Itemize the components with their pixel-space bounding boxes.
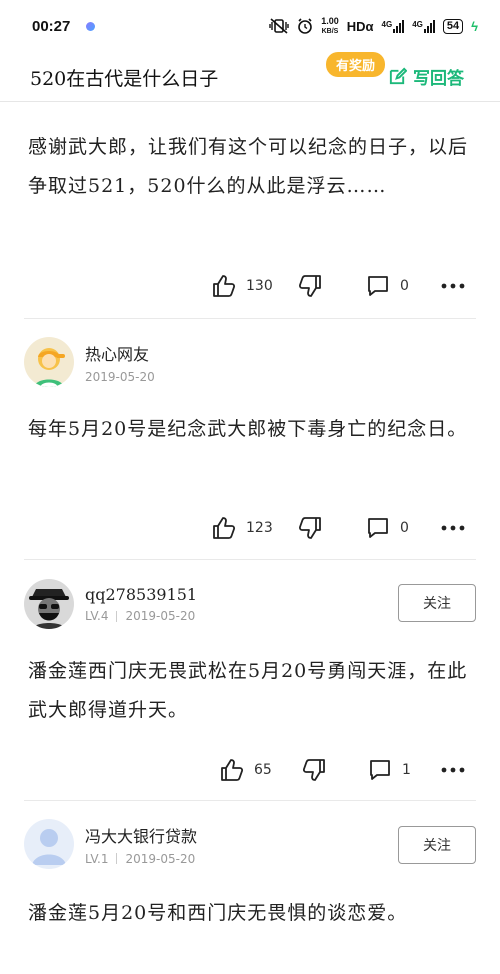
dislike-button[interactable] <box>302 758 326 782</box>
comment-button[interactable]: 0 <box>366 516 409 540</box>
author-meta: LV.4 2019-05-20 <box>85 609 197 623</box>
author-name[interactable]: 冯大大银行贷款 <box>85 823 197 847</box>
signal-2: 4G <box>412 19 435 33</box>
follow-button[interactable]: 关注 <box>398 584 476 622</box>
answer-date: 2019-05-20 <box>85 369 155 384</box>
comment-icon <box>368 518 388 538</box>
divider <box>24 800 476 801</box>
battery-icon: 54 <box>442 18 464 34</box>
speed-unit: KB/S <box>321 27 339 35</box>
write-answer-label: 写回答 <box>413 69 464 89</box>
like-count: 130 <box>246 278 273 294</box>
speed-value: 1.00 <box>321 15 339 26</box>
meta-separator <box>116 853 118 864</box>
more-icon <box>441 525 465 531</box>
author-name[interactable]: qq278539151 <box>85 585 197 604</box>
signal-bars-icon <box>393 19 405 33</box>
notification-dot-icon <box>86 21 96 31</box>
comment-count: 1 <box>402 762 411 778</box>
avatar[interactable] <box>24 579 74 629</box>
follow-button[interactable]: 关注 <box>398 826 476 864</box>
vibrate-icon <box>269 18 289 34</box>
avatar[interactable] <box>24 819 74 869</box>
thumbs-down-icon <box>302 759 325 781</box>
avatar-image <box>24 579 74 629</box>
answer-actions: 130 0 <box>0 274 500 304</box>
comment-button[interactable]: 0 <box>366 274 409 298</box>
answer-actions: 65 1 <box>0 758 500 788</box>
status-time: 00:27 <box>32 17 71 35</box>
more-icon <box>441 283 465 289</box>
like-count: 65 <box>254 762 272 778</box>
author-info: 冯大大银行贷款 LV.1 2019-05-20 <box>85 823 197 866</box>
signal-1-label: 4G <box>381 19 393 29</box>
user-level: LV.1 <box>85 851 109 866</box>
like-count: 123 <box>246 520 273 536</box>
author-row[interactable]: 冯大大银行贷款 LV.1 2019-05-20 <box>24 818 197 870</box>
divider <box>24 559 476 560</box>
user-level: LV.4 <box>85 609 109 623</box>
write-answer-button[interactable]: 写回答 <box>388 64 464 89</box>
more-button[interactable] <box>440 766 466 774</box>
reward-badge[interactable]: 有奖励 <box>326 52 386 77</box>
answer-text[interactable]: 潘金莲西门庆无畏武松在5月20号勇闯天涯，在此武大郎得道升天。 <box>28 652 474 730</box>
network-speed: 1.00 KB/S <box>321 15 339 36</box>
answer-actions: 123 0 <box>0 516 500 546</box>
comment-button[interactable]: 1 <box>368 758 411 782</box>
like-button[interactable]: 123 <box>212 516 273 540</box>
comment-count: 0 <box>400 520 409 536</box>
thumbs-down-icon <box>298 517 321 539</box>
question-title[interactable]: 520在古代是什么日子 <box>30 64 218 91</box>
more-icon <box>441 767 465 773</box>
status-icons: 1.00 KB/S HDα 4G 4G 54 ϟ <box>269 15 478 36</box>
comment-count: 0 <box>400 278 409 294</box>
edit-icon <box>389 67 407 85</box>
signal-1: 4G <box>381 19 405 33</box>
author-info: 热心网友 2019-05-20 <box>85 341 155 384</box>
comment-icon <box>368 276 388 296</box>
avatar[interactable] <box>24 337 74 387</box>
thumbs-down-icon <box>298 275 321 297</box>
answer-text[interactable]: 感谢武大郎，让我们有这个可以纪念的日子，以后争取过521，520什么的从此是浮云… <box>28 128 474 206</box>
question-header: 520在古代是什么日子 有奖励 写回答 <box>0 52 500 102</box>
hd-indicator: HDα <box>346 18 374 34</box>
status-bar: 00:27 1.00 KB/S HDα 4G 4G 54 ϟ <box>0 0 500 52</box>
charging-icon: ϟ <box>471 18 478 34</box>
answer-text[interactable]: 潘金莲5月20号和西门庆无畏惧的谈恋爱。 <box>28 894 474 933</box>
like-button[interactable]: 65 <box>220 758 272 782</box>
avatar-image <box>24 819 74 869</box>
thumbs-up-icon <box>213 517 236 539</box>
answer-text[interactable]: 每年5月20号是纪念武大郎被下毒身亡的纪念日。 <box>28 410 474 449</box>
dislike-button[interactable] <box>298 516 322 540</box>
thumbs-up-icon <box>213 275 236 297</box>
answer-date: 2019-05-20 <box>125 851 196 866</box>
signal-2-label: 4G <box>412 19 423 29</box>
author-row[interactable]: 热心网友 2019-05-20 <box>24 336 155 388</box>
like-button[interactable]: 130 <box>212 274 273 298</box>
answer-date: 2019-05-20 <box>125 609 196 623</box>
avatar-image <box>24 337 74 387</box>
comment-icon <box>370 760 390 780</box>
alarm-icon <box>298 18 313 34</box>
thumbs-up-icon <box>221 759 244 781</box>
author-info: qq278539151 LV.4 2019-05-20 <box>85 585 197 623</box>
more-button[interactable] <box>440 282 466 290</box>
author-meta: 2019-05-20 <box>85 370 155 384</box>
divider <box>24 318 476 319</box>
author-name[interactable]: 热心网友 <box>85 341 155 365</box>
more-button[interactable] <box>440 524 466 532</box>
author-row[interactable]: qq278539151 LV.4 2019-05-20 <box>24 578 197 630</box>
dislike-button[interactable] <box>298 274 322 298</box>
meta-separator <box>116 610 118 622</box>
author-meta: LV.1 2019-05-20 <box>85 852 197 866</box>
signal-bars-icon <box>423 19 435 33</box>
